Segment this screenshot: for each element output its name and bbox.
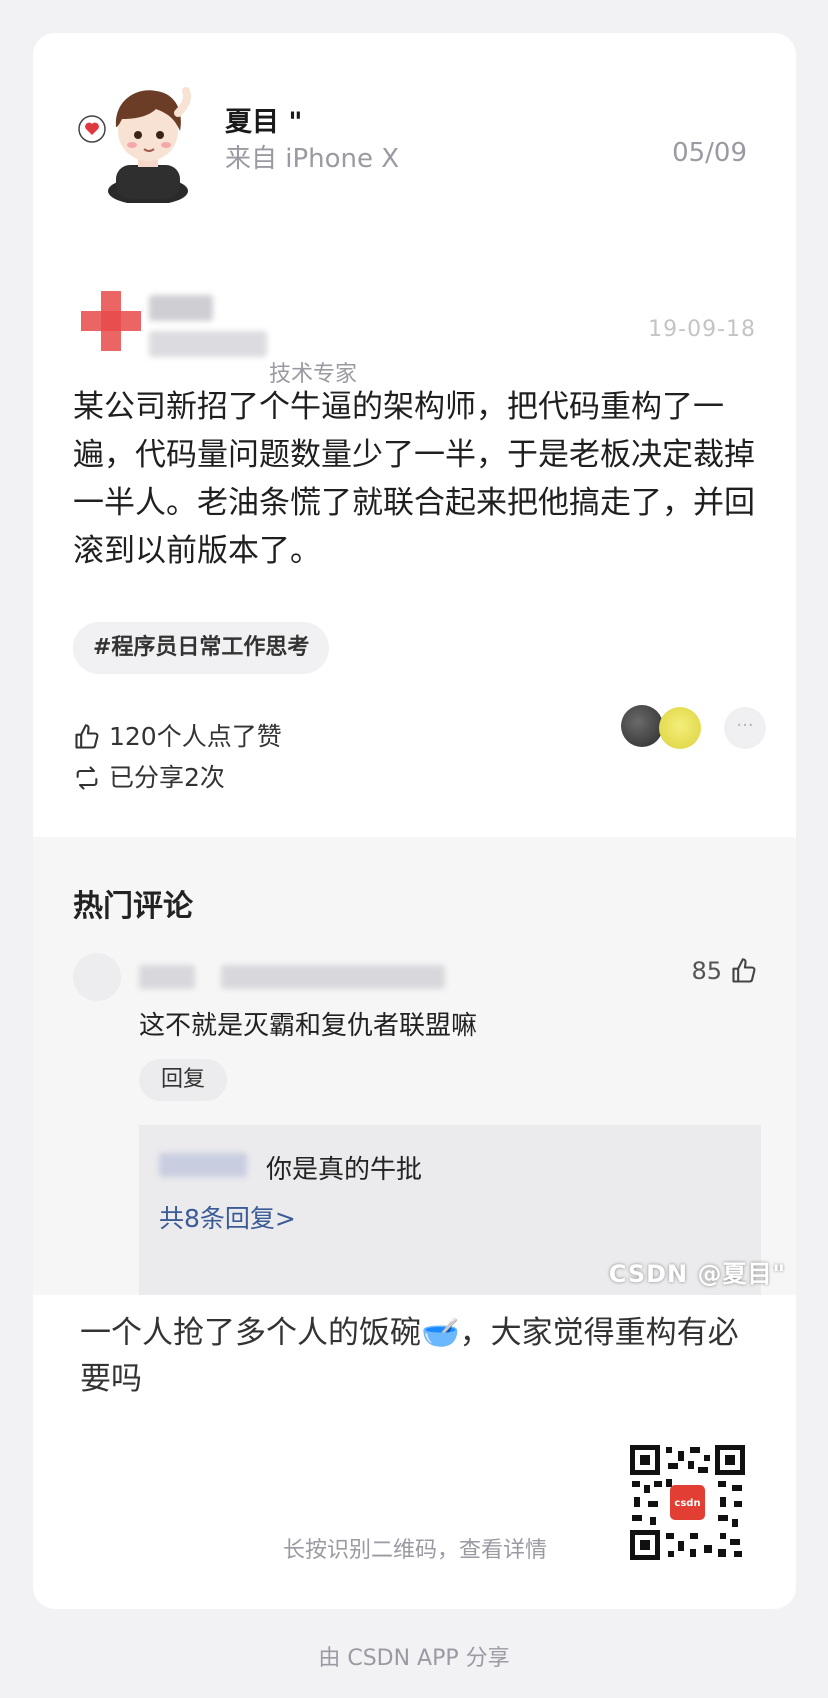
blurred-commenter-info [221,965,445,989]
thumbs-up-icon [732,958,756,983]
original-post-text: 某公司新招了个牛逼的架构师，把代码重构了一遍，代码量问题数量少了一半，于是老板决… [73,389,755,569]
comment-text: 这不就是灭霸和复仇者联盟嘛 [139,1011,478,1041]
csdn-watermark: CSDN @夏目" [608,1260,786,1288]
shared-screenshot: 19-09-18 技术专家 某公司新招了个牛逼的架构师，把代码重构了一遍，代码量… [33,253,796,1295]
more-likers-button[interactable]: ··· [724,707,766,749]
blurred-commenter-name [139,965,195,989]
shares-row[interactable]: 已分享2次 [73,760,225,796]
comment-like-button[interactable]: 85 [691,953,758,989]
qr-hint-text: 长按识别二维码，查看详情 [283,1538,548,1563]
share-caption: 一个人抢了多个人的饭碗🥣，大家觉得重构有必要吗 [80,1315,739,1397]
commenter-avatar[interactable] [73,953,121,1001]
likes-row[interactable]: 120个人点了赞 [73,719,282,755]
original-post: 19-09-18 技术专家 某公司新招了个牛逼的架构师，把代码重构了一遍，代码量… [33,253,796,837]
comment-like-count: 85 [691,957,722,985]
post-date: 05/09 [672,138,747,168]
repost-icon [76,766,98,790]
likes-count-text: 120个人点了赞 [109,722,282,751]
user-avatar[interactable] [78,73,203,203]
author-name[interactable]: 夏目 " [225,100,302,139]
qr-code-icon[interactable]: csdn [630,1445,745,1560]
share-footer: 由 CSDN APP 分享 [318,1646,510,1671]
thumbs-up-icon [75,724,99,749]
hashtag-chip[interactable]: #程序员日常工作思考 [73,622,330,674]
csdn-badge-text: csdn [674,1498,700,1509]
blurred-username [149,295,213,321]
post-source: 来自 iPhone X [225,144,400,174]
reply-button[interactable]: 回复 [139,1059,228,1101]
sub-reply-text: 你是真的牛批 [266,1155,423,1185]
red-cross-avatar-icon [81,291,141,351]
share-card: 夏目 " 来自 iPhone X 05/09 19-09-18 技术专家 某公司… [33,33,796,1609]
blurred-replier-name [159,1153,247,1177]
view-all-replies-link[interactable]: 共8条回复> [159,1199,296,1235]
shares-count-text: 已分享2次 [109,763,225,792]
liker-avatar[interactable] [621,705,663,747]
blurred-title [149,331,267,357]
liker-avatar[interactable] [659,707,701,749]
original-post-date: 19-09-18 [648,317,756,342]
hot-comments-title: 热门评论 [73,889,193,924]
